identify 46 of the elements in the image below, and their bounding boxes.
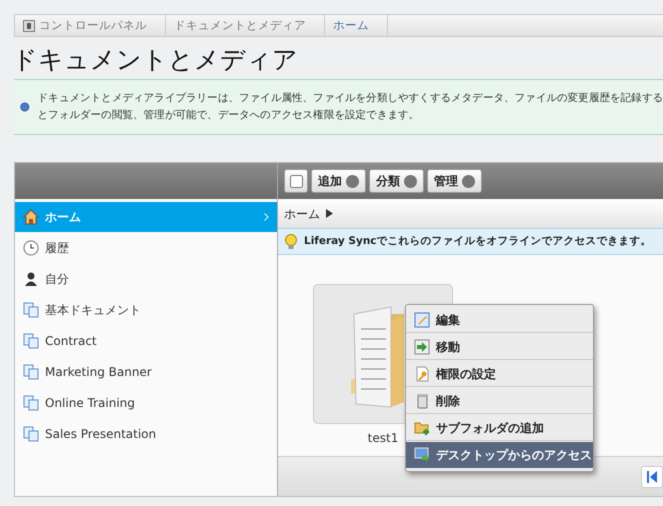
- breadcrumb-link[interactable]: コントロールパネル: [39, 16, 147, 34]
- toolbar-button[interactable]: 分類: [369, 169, 424, 193]
- sync-link[interactable]: Liferay Syncでこれらのファイルをオフラインでアクセスできます。: [304, 234, 652, 250]
- trash-icon: [414, 392, 430, 408]
- menu-item[interactable]: 権限の設定: [406, 361, 593, 387]
- documents-icon: [23, 364, 39, 380]
- arrow-icon: [414, 338, 430, 354]
- page-title: ドキュメントとメディア: [12, 45, 299, 75]
- folder-plus-icon: [414, 420, 430, 436]
- menu-item[interactable]: サブフォルダの追加: [406, 415, 593, 441]
- menu-item[interactable]: 編集: [406, 307, 593, 333]
- pencil-icon: [414, 312, 430, 328]
- sidebar-item[interactable]: Online Training: [15, 388, 277, 418]
- menu-item[interactable]: デスクトップからのアクセス: [406, 442, 593, 468]
- sidebar-item[interactable]: 基本ドキュメント: [15, 295, 277, 325]
- info-text: とフォルダーの閲覧、管理が可能で、データへのアクセス権限を設定できます。: [38, 108, 420, 123]
- monitor-icon: [414, 447, 430, 463]
- documents-icon: [23, 333, 39, 349]
- select-all-checkbox[interactable]: [290, 174, 302, 188]
- person-icon: [23, 271, 39, 287]
- sidebar-item[interactable]: Contract: [15, 326, 277, 356]
- lightbulb-icon: [284, 234, 298, 250]
- documents-icon: [23, 426, 39, 442]
- sidebar-item[interactable]: Marketing Banner: [15, 357, 277, 387]
- folder-name: test1: [366, 430, 400, 447]
- chevron-icon: [264, 213, 269, 221]
- triangle-icon: [326, 209, 333, 218]
- house-icon: [23, 209, 39, 225]
- clock-icon: [23, 240, 39, 256]
- first-page-button[interactable]: [641, 466, 663, 488]
- info-text: ドキュメントとメディアライブラリーは、ファイル属性、ファイルを分類しやすくするメタデータ、ファイルの変更履歴を記録する: [38, 91, 663, 106]
- breadcrumb-link[interactable]: ドキュメントとメディア: [174, 16, 306, 34]
- path-link[interactable]: ホーム: [284, 204, 320, 222]
- menu-item[interactable]: 移動: [406, 334, 593, 360]
- sidebar-item[interactable]: Sales Presentation: [15, 419, 277, 449]
- toolbar-button[interactable]: 管理: [427, 169, 482, 193]
- documents-icon: [23, 395, 39, 411]
- breadcrumb-current[interactable]: ホーム: [333, 16, 369, 34]
- toolbar-button[interactable]: 追加: [311, 169, 366, 193]
- key-icon: [414, 366, 430, 382]
- first-page-icon: [646, 470, 658, 484]
- sidebar-item[interactable]: 自分: [15, 264, 277, 294]
- documents-icon: [23, 302, 39, 318]
- sidebar-item[interactable]: 履歴: [15, 233, 277, 263]
- menu-item[interactable]: 削除: [406, 388, 593, 414]
- panel-icon: [23, 20, 35, 32]
